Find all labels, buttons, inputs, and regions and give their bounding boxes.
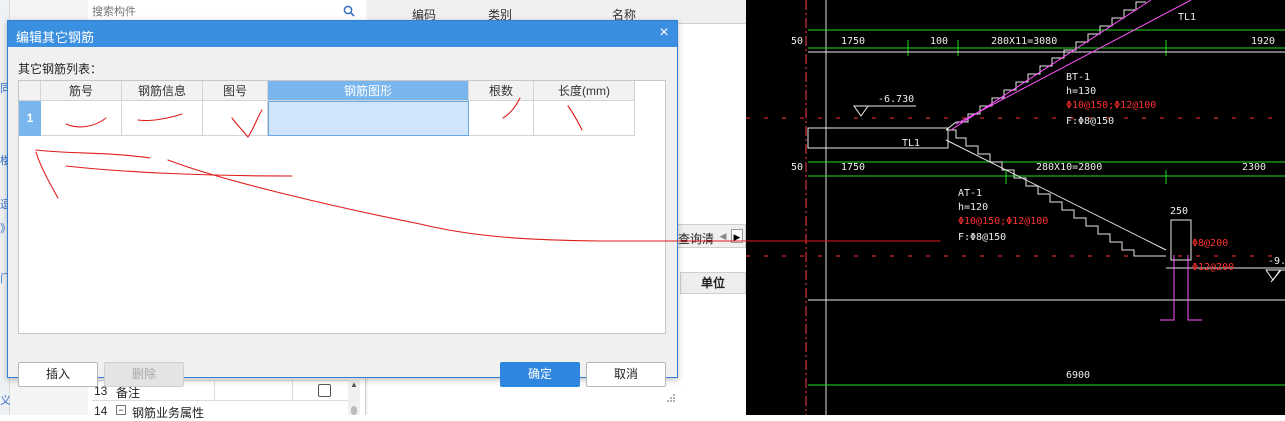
tab-scroll-left-icon[interactable]: ◀ [717,229,729,243]
cad-dim-text: 280X10=2800 [1036,162,1102,173]
cad-elevation-marker [853,105,869,117]
column-header-bar-no[interactable]: 筋号 [41,81,122,101]
bottom-tab-strip: 查询清 ◀ ▶ [668,224,746,248]
cad-label: h=130 [1066,86,1096,97]
cell-figure-no[interactable] [203,101,268,136]
property-label: 钢筋业务属性 [132,406,205,420]
resize-grip-icon[interactable] [666,393,676,403]
cad-rebar-text: Φ10@150;Φ12@100 [958,216,1048,227]
component-search-input[interactable] [92,4,337,20]
cell-count[interactable] [469,101,534,136]
column-header-unit[interactable]: 单位 [680,272,746,294]
cad-label: TL1 [902,138,920,149]
cad-rebar-text: Φ10@150;Φ12@100 [1066,100,1156,111]
cad-label: AT-1 [958,188,982,199]
cell-bar-no[interactable] [41,101,122,136]
cancel-button[interactable]: 取消 [586,362,666,387]
cad-elevation-text: -9. [1268,256,1285,267]
cad-rebar-text: Φ8@200 [1192,238,1228,249]
cad-rebar-text: F:Φ8@150 [958,232,1006,243]
cad-dim-text: 1750 [841,36,865,47]
cad-rebar-text: F:Φ8@150 [1066,116,1114,127]
scroll-thumb[interactable] [351,406,357,415]
cell-rebar-shape[interactable] [268,101,469,136]
cad-dim-text: 1750 [841,162,865,173]
cad-elevation-marker [1265,269,1281,281]
dialog-body: 其它钢筋列表： 筋号 钢筋信息 图号 钢筋图形 根数 长度(mm) 1 插入 删… [8,47,677,402]
rebar-list-label: 其它钢筋列表： [18,62,103,76]
column-header-rebar-info[interactable]: 钢筋信息 [122,81,203,101]
cad-label: TL1 [1178,12,1196,23]
cad-drawing-view[interactable]: 50 1750 100 280X11=3080 1920 TL1 -6.730 … [746,0,1285,415]
cad-dim-text: 50 [791,36,803,47]
dialog-titlebar[interactable]: 编辑其它钢筋 × [8,21,677,47]
cad-label: BT-1 [1066,72,1090,83]
remarks-checkbox[interactable] [318,384,331,397]
cad-dim-text: 250 [1170,206,1188,217]
delete-button[interactable]: 删除 [104,362,184,387]
property-row-rebar-business[interactable]: 14 − 钢筋业务属性 [92,400,348,420]
cad-dim-text: 6900 [1066,370,1090,381]
ok-button[interactable]: 确定 [500,362,580,387]
insert-button[interactable]: 插入 [18,362,98,387]
cad-dim-text: 2300 [1242,162,1266,173]
collapse-icon[interactable]: − [116,405,126,415]
left-strip-glyph[interactable]: 义 [0,392,10,408]
component-search-bar [88,0,366,22]
rebar-grid: 筋号 钢筋信息 图号 钢筋图形 根数 长度(mm) 1 [18,80,666,334]
column-divider [292,381,293,401]
cad-dim-text: 50 [791,162,803,173]
column-header-rebar-shape[interactable]: 钢筋图形 [268,81,469,101]
cad-dim-text: 280X11=3080 [991,36,1057,47]
search-icon[interactable] [343,5,355,17]
property-scrollbar[interactable]: ▲ [348,380,360,415]
cad-dim-text: 1920 [1251,36,1275,47]
column-header-length[interactable]: 长度(mm) [534,81,635,101]
column-header-figure-no[interactable]: 图号 [203,81,268,101]
edit-other-rebar-dialog: 编辑其它钢筋 × 其它钢筋列表： 筋号 钢筋信息 图号 钢筋图形 根数 长度(m… [7,20,678,402]
cad-label: h=120 [958,202,988,213]
cad-elevation-text: -6.730 [878,94,914,105]
cell-length[interactable] [534,101,635,136]
close-icon[interactable]: × [656,25,672,41]
cad-rebar-text: Φ12@200 [1192,262,1234,273]
column-header-count[interactable]: 根数 [469,81,534,101]
cad-canvas[interactable]: 50 1750 100 280X11=3080 1920 TL1 -6.730 … [746,0,1285,415]
cad-dim-text: 100 [930,36,948,47]
scroll-up-icon[interactable]: ▲ [350,380,358,389]
grid-corner [19,81,41,101]
tab-query-list[interactable]: 查询清 [678,230,714,247]
tab-scroll-right-icon[interactable]: ▶ [731,229,743,243]
cell-rebar-info[interactable] [122,101,203,136]
column-divider [214,381,215,401]
dialog-title: 编辑其它钢筋 [16,30,95,45]
row-number[interactable]: 1 [19,101,41,136]
row-number: 14 [94,404,108,418]
